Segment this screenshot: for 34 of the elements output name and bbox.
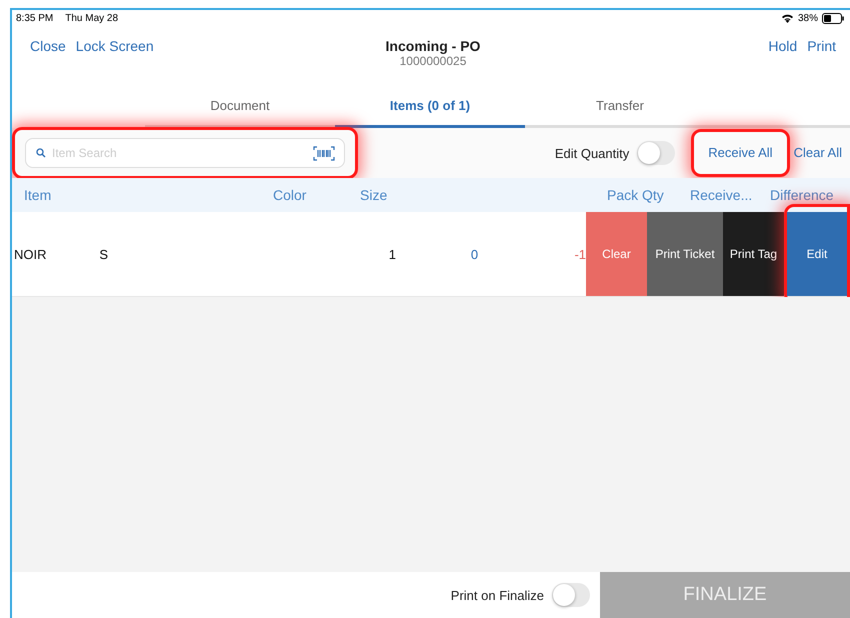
swipe-action-button[interactable]: Clear xyxy=(586,212,647,296)
column-header[interactable]: Receive... xyxy=(690,187,770,203)
print-on-finalize-toggle[interactable] xyxy=(552,583,590,607)
status-time: 8:35 PM xyxy=(16,12,54,24)
barcode-icon[interactable] xyxy=(313,146,335,161)
search-icon xyxy=(36,148,46,158)
column-header[interactable]: Pack Qty xyxy=(607,187,690,203)
header-link[interactable]: Close xyxy=(30,38,66,54)
column-header[interactable]: Item xyxy=(24,187,273,203)
swipe-action-button[interactable]: Print Tag xyxy=(723,212,784,296)
column-header[interactable]: Difference xyxy=(770,187,850,203)
table-cell-text: NOIR xyxy=(13,246,48,262)
table-cell-text: -1 xyxy=(573,246,586,262)
column-header[interactable]: Color xyxy=(273,187,360,203)
toolbar-link[interactable]: Clear All xyxy=(794,145,842,160)
window-title: Incoming - PO xyxy=(384,38,482,54)
table-cell-text: 0 xyxy=(470,246,480,262)
battery-icon xyxy=(822,12,844,24)
column-header[interactable]: Size xyxy=(360,187,607,203)
edit-quantity-toggle[interactable] xyxy=(637,141,676,165)
swipe-action-button[interactable]: Print Ticket xyxy=(647,212,723,296)
battery-level: 38% xyxy=(798,12,818,24)
header-link[interactable]: Print xyxy=(807,38,836,54)
table-cell-text: 1 xyxy=(388,246,396,262)
document-number: 1000000025 xyxy=(398,54,468,68)
status-date: Thu May 28 xyxy=(65,12,118,24)
toggle-label: Edit Quantity xyxy=(554,146,630,160)
toolbar-link[interactable]: Receive All xyxy=(708,145,773,160)
header-link[interactable]: Lock Screen xyxy=(76,38,154,54)
table-cell-text: S xyxy=(98,246,110,262)
toggle-label: Print on Finalize xyxy=(450,588,544,602)
swipe-action-button[interactable]: Edit xyxy=(787,212,847,296)
header-link[interactable]: Hold xyxy=(768,38,798,54)
wifi-icon xyxy=(780,13,794,23)
